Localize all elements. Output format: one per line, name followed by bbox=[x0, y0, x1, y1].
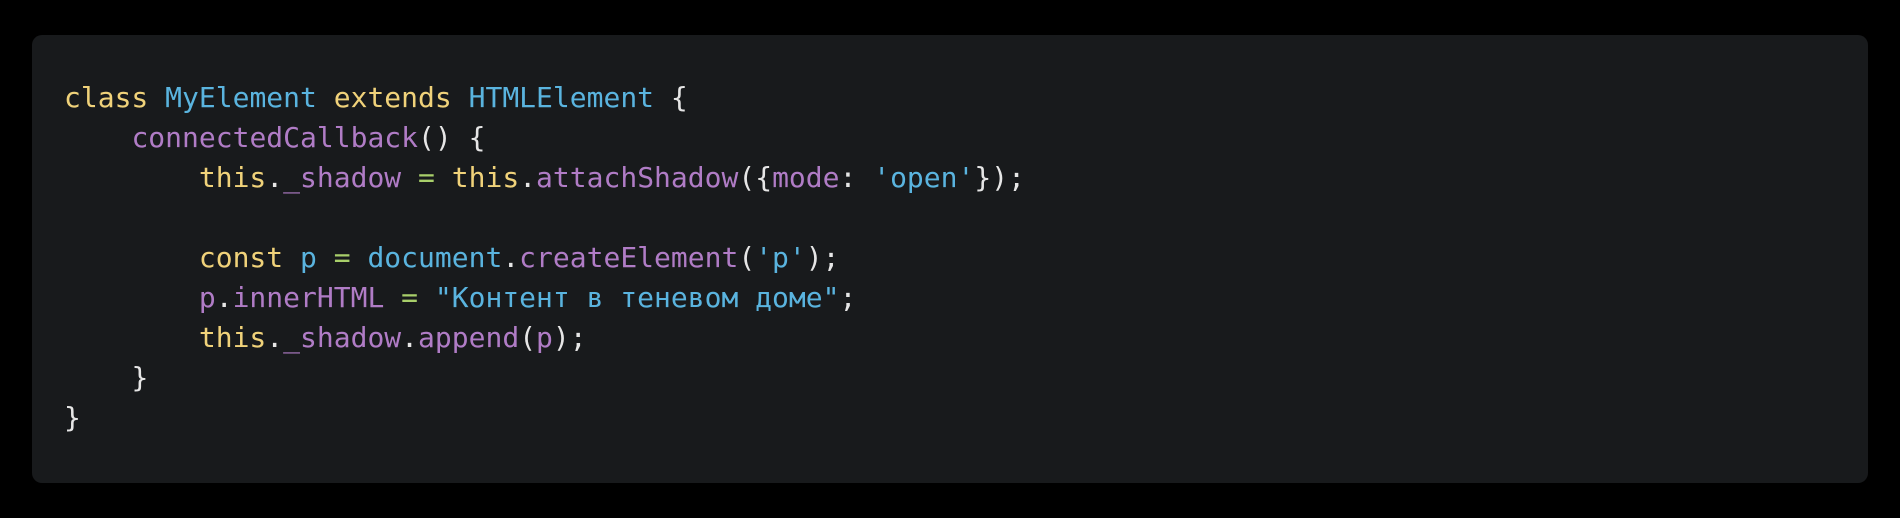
code-token: ); bbox=[805, 241, 840, 274]
code-token: ; bbox=[839, 281, 857, 314]
code-token: }); bbox=[974, 161, 1025, 194]
code-token: mode bbox=[772, 161, 840, 194]
code-token: p bbox=[536, 321, 553, 354]
code-token: 'open' bbox=[873, 161, 975, 194]
code-line: connectedCallback() { bbox=[64, 118, 1868, 158]
code-line: p.innerHTML = "Контент в теневом доме"; bbox=[64, 278, 1868, 318]
code-line: class MyElement extends HTMLElement { bbox=[64, 78, 1868, 118]
code-token: } bbox=[131, 361, 149, 394]
code-token: class bbox=[64, 81, 149, 114]
code-token: . bbox=[215, 281, 233, 314]
code-token: } bbox=[64, 401, 81, 434]
code-token: = bbox=[333, 241, 351, 274]
code-token: p bbox=[300, 241, 317, 274]
code-token: MyElement bbox=[165, 81, 317, 114]
code-token: = bbox=[418, 161, 435, 194]
code-line: const p = document.createElement('p'); bbox=[64, 238, 1868, 278]
code-token: this bbox=[198, 321, 267, 354]
code-line: } bbox=[64, 398, 1868, 438]
code-token: . bbox=[266, 161, 284, 194]
code-token: extends bbox=[333, 81, 452, 114]
code-token: _shadow bbox=[283, 321, 402, 354]
code-token: . bbox=[266, 321, 284, 354]
code-token: = bbox=[401, 281, 419, 314]
code-token: append bbox=[418, 321, 520, 354]
code-token: connectedCallback bbox=[131, 121, 419, 154]
code-token: { bbox=[654, 81, 688, 114]
code-token: 'p' bbox=[755, 241, 806, 274]
code-token: attachShadow bbox=[536, 161, 739, 194]
code-token: const bbox=[198, 241, 284, 274]
code-token: . bbox=[519, 161, 537, 194]
code-token: p bbox=[198, 281, 216, 314]
code-token: createElement bbox=[519, 241, 739, 274]
code-token: _shadow bbox=[283, 161, 402, 194]
code-token: this bbox=[451, 161, 520, 194]
code-token: : bbox=[839, 161, 874, 194]
code-token: this bbox=[198, 161, 267, 194]
code-token: ( bbox=[738, 241, 756, 274]
code-line: this._shadow.append(p); bbox=[64, 318, 1868, 358]
code-token: HTMLElement bbox=[468, 81, 655, 114]
code-token: . bbox=[502, 241, 520, 274]
code-line: } bbox=[64, 358, 1868, 398]
code-token: ({ bbox=[738, 161, 773, 194]
code-block: class MyElement extends HTMLElement { co… bbox=[64, 78, 1868, 438]
code-token: "Контент в теневом доме" bbox=[434, 281, 840, 314]
code-token: document bbox=[367, 241, 503, 274]
code-token: . bbox=[401, 321, 419, 354]
code-panel: class MyElement extends HTMLElement { co… bbox=[32, 35, 1868, 483]
code-token: innerHTML bbox=[232, 281, 385, 314]
code-token: ); bbox=[552, 321, 587, 354]
code-token: ( bbox=[519, 321, 537, 354]
code-line: this._shadow = this.attachShadow({mode: … bbox=[64, 158, 1868, 198]
code-token: () { bbox=[418, 121, 486, 154]
